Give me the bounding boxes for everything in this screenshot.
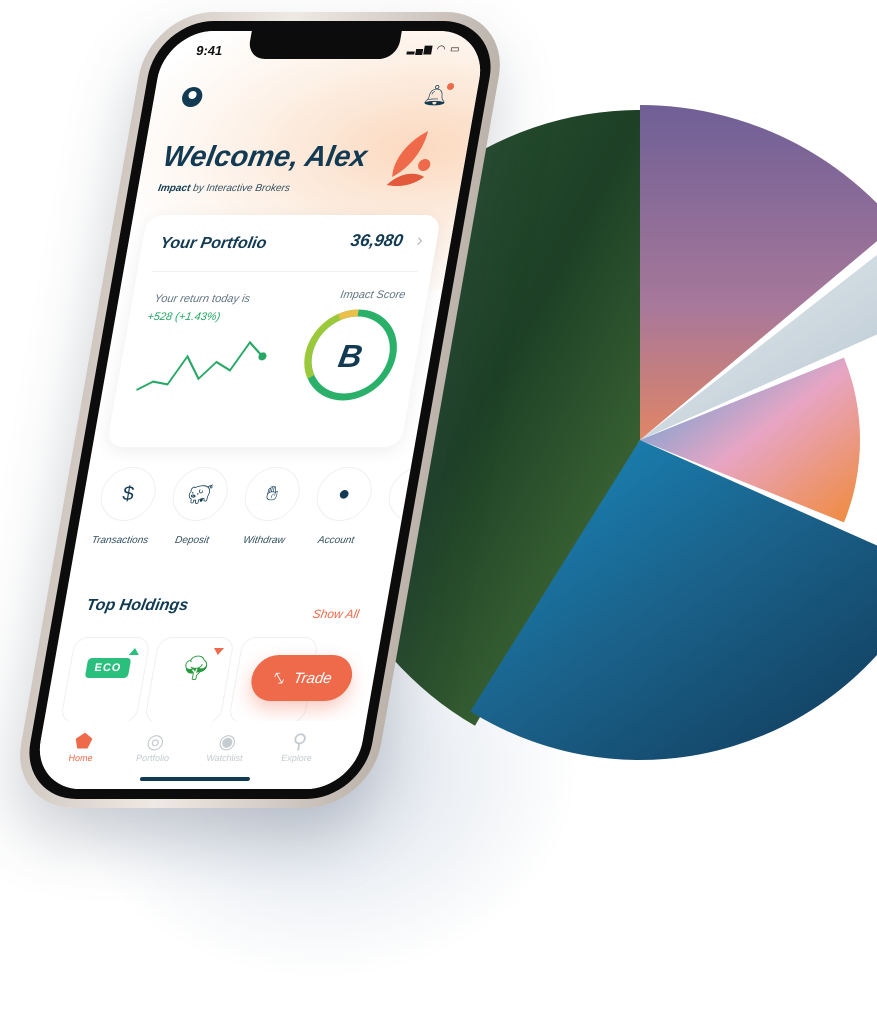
trend-up-icon [128,648,141,655]
impact-grade: B [336,338,365,374]
portfolio-icon: ◎ [144,731,167,753]
brand-subtitle: Impact by Interactive Brokers [157,183,291,194]
action-account[interactable]: ● Account [303,467,381,546]
tab-watchlist[interactable]: ◉ Watchlist [189,729,265,763]
return-label: Your return today is [153,293,252,305]
status-icons: ▂▄▆ ◠ ▭ [406,44,462,55]
quick-actions: $ Transactions 🐖︎ Deposit ✋︎ Withdraw ● Acco… [83,467,448,567]
trade-label: Trade [292,669,334,687]
tab-label: Explore [280,753,313,763]
holding-card-eco[interactable]: ECO [59,637,151,723]
action-withdraw[interactable]: ✋︎ Withdraw [231,467,309,546]
action-label: Transactions [90,535,150,546]
notch [246,31,402,59]
piggy-bank-icon: 🐖︎ [168,467,232,521]
action-label: Deposit [174,535,210,546]
tab-home[interactable]: ⬟ Home [45,729,121,763]
dollar-cycle-icon: $ [96,467,160,521]
tab-explore[interactable]: ⚲ Explore [261,729,337,763]
portfolio-value: 36,980 [349,231,405,250]
impact-score-label: Impact Score [339,289,407,301]
eye-icon: ◉ [216,731,239,753]
trade-button[interactable]: ⤡ Trade [247,655,356,701]
hand-cash-icon: ✋︎ [240,467,304,521]
tab-label: Home [67,753,94,763]
holding-card-tree[interactable]: 🌳︎ [143,637,235,723]
trend-down-icon [212,648,225,655]
portfolio-card[interactable]: Your Portfolio 36,980 › Your return toda… [106,215,442,447]
tab-label: Portfolio [135,753,171,763]
tab-portfolio[interactable]: ◎ Portfolio [117,729,193,763]
chevron-right-icon[interactable]: › [415,230,425,251]
action-label: Account [316,535,356,546]
show-all-link[interactable]: Show All [312,607,361,621]
search-icon: ⚲ [290,731,309,753]
home-icon: ⬟ [72,731,95,753]
divider [151,271,418,272]
tab-label: Watchlist [205,753,244,763]
page-title: Welcome, Alex [160,141,370,173]
top-holdings-title: Top Holdings [85,597,190,614]
swap-arrows-icon: ⤡ [270,669,286,687]
action-label: Withdraw [242,535,286,546]
impact-score-gauge: B [304,309,397,401]
user-icon: ● [312,467,376,521]
tree-icon: 🌳︎ [178,655,214,682]
portfolio-title: Your Portfolio [158,235,268,252]
return-sparkline [136,340,267,391]
action-transactions[interactable]: $ Transactions [87,467,165,546]
status-time: 9:41 [195,43,224,58]
impact-logo [386,131,431,186]
sparkline-path [136,340,264,391]
action-deposit[interactable]: 🐖︎ Deposit [159,467,237,546]
return-value: +528 (+1.43%) [146,311,222,323]
eco-logo: ECO [84,658,132,678]
home-indicator [139,777,251,781]
